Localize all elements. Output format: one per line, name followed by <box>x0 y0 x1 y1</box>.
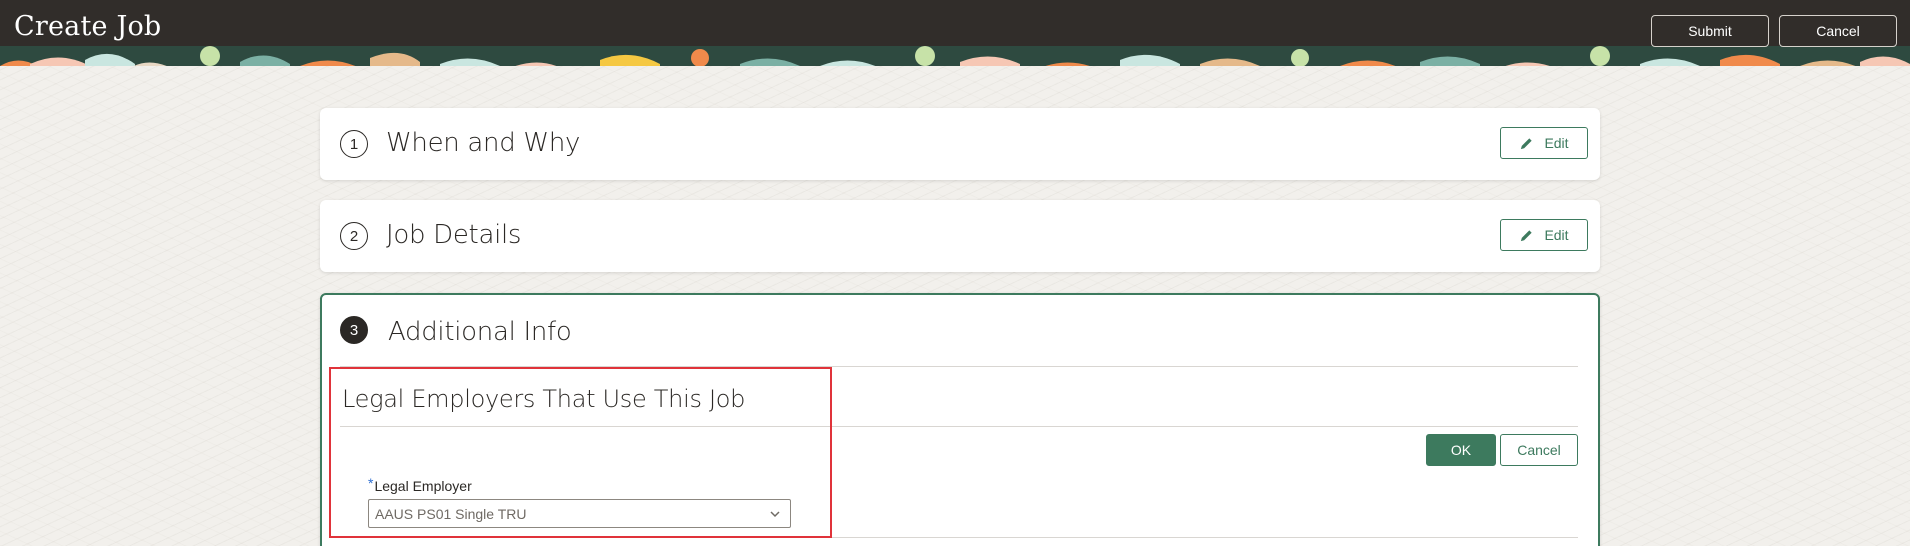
pencil-icon <box>1521 137 1533 149</box>
divider <box>340 366 1578 367</box>
legal-employer-select[interactable]: AAUS PS01 Single TRU <box>368 499 791 528</box>
divider <box>340 426 1578 427</box>
submit-button[interactable]: Submit <box>1651 15 1769 47</box>
chevron-down-icon <box>770 511 780 518</box>
pencil-icon <box>1521 229 1533 241</box>
divider <box>340 537 1578 538</box>
page-title: Create Job <box>14 11 162 42</box>
field-label-text: Legal Employer <box>374 478 472 494</box>
section-cancel-button[interactable]: Cancel <box>1500 434 1578 466</box>
decorative-banner <box>0 46 1910 66</box>
step-number: 3 <box>340 316 368 344</box>
step-card-additional-info: 3 Additional Info Legal Employers That U… <box>320 293 1600 546</box>
edit-when-and-why-button[interactable]: Edit <box>1500 127 1588 159</box>
step-title: Additional Info <box>388 317 572 347</box>
required-marker: * <box>368 475 374 491</box>
step-title: When and Why <box>386 128 581 158</box>
app-header: Create Job Submit Cancel <box>0 0 1910 66</box>
step-number: 2 <box>340 222 368 250</box>
header-cancel-button[interactable]: Cancel <box>1779 15 1897 47</box>
edit-label: Edit <box>1544 227 1569 243</box>
step-title: Job Details <box>386 220 522 250</box>
step-card-job-details: 2 Job Details Edit <box>320 200 1600 272</box>
step-card-when-and-why: 1 When and Why Edit <box>320 108 1600 180</box>
section-title: Legal Employers That Use This Job <box>342 385 746 413</box>
step-number: 1 <box>340 130 368 158</box>
legal-employer-value: AAUS PS01 Single TRU <box>375 505 527 522</box>
edit-label: Edit <box>1544 135 1569 151</box>
edit-job-details-button[interactable]: Edit <box>1500 219 1588 251</box>
legal-employer-label: *Legal Employer <box>368 475 472 494</box>
ok-button[interactable]: OK <box>1426 434 1496 466</box>
